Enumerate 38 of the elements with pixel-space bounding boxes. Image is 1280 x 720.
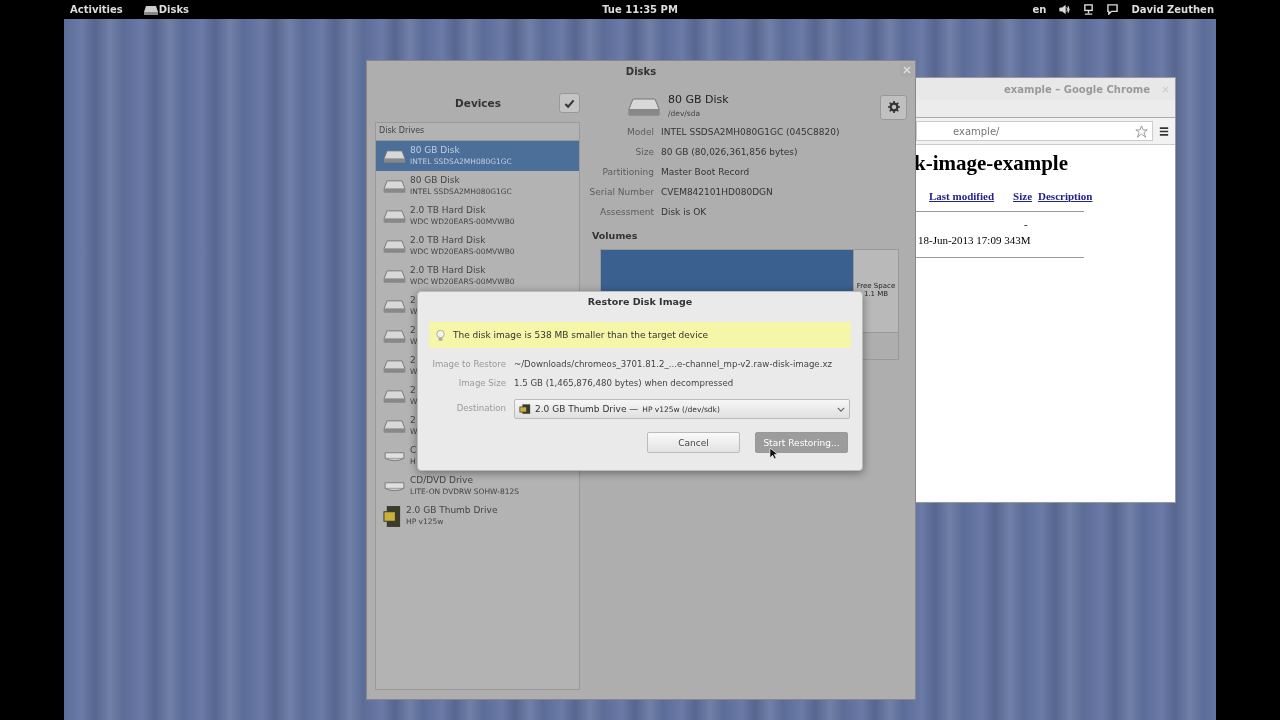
property-value: Master Boot Record	[661, 166, 751, 179]
field-label: Destination	[455, 403, 506, 413]
property-value: 80 GB (80,026,361,856 bytes)	[661, 146, 799, 159]
device-name: 2	[410, 384, 417, 396]
device-name: 2.0 TB Hard Disk	[410, 234, 487, 246]
property-label: Size	[634, 146, 654, 159]
field-label: Image Size	[457, 378, 506, 388]
property-value: INTEL SSDSA2MH080G1GC (045C8820)	[661, 126, 841, 139]
device-name: 80 GB Disk	[410, 144, 461, 156]
window-title: example – Google Chrome	[1004, 83, 1150, 95]
device-name: 2	[410, 324, 417, 336]
device-name: 2.0 TB Hard Disk	[410, 264, 487, 276]
drive-title: 80 GB Disk	[668, 93, 730, 107]
page-heading: k-image-example	[914, 151, 1069, 176]
property-label: Assessment	[599, 206, 654, 219]
device-name: CD/DVD Drive	[410, 474, 474, 486]
property-value: Disk is OK	[661, 206, 708, 219]
device-name: 2.0 TB Hard Disk	[410, 204, 487, 216]
device-name: 80 GB Disk	[410, 174, 461, 186]
volumes-heading: Volumes	[592, 230, 639, 241]
listing-text: 18-Jun-2013 17:09 343M	[918, 234, 1031, 246]
property-label: Serial Number	[588, 186, 654, 199]
property-label: Partitioning	[601, 166, 654, 179]
field-label: Image to Restore	[431, 359, 506, 369]
info-message: The disk image is 538 MB smaller than the target device	[453, 330, 709, 340]
property-value: CVEM842101HD080DGN	[661, 186, 774, 199]
window-title: Disks	[625, 66, 657, 77]
device-name: 2	[410, 354, 417, 366]
dialog-title: Restore Disk Image	[587, 295, 693, 309]
field-value: 1.5 GB (1,465,876,480 bytes) when decompressed	[514, 378, 735, 388]
device-name: 2	[410, 294, 417, 306]
device-name: 2.0 GB Thumb Drive	[406, 504, 498, 516]
device-name: 2	[410, 414, 417, 426]
listing-text: -	[1024, 218, 1028, 230]
property-label: Model	[625, 126, 654, 139]
sidebar-title: Devices	[454, 97, 502, 109]
field-value: ~/Downloads/chromeos_3701.81.2_...e-channel_mp-v2.raw-disk-image.xz	[514, 359, 833, 369]
device-name: C	[410, 444, 417, 456]
